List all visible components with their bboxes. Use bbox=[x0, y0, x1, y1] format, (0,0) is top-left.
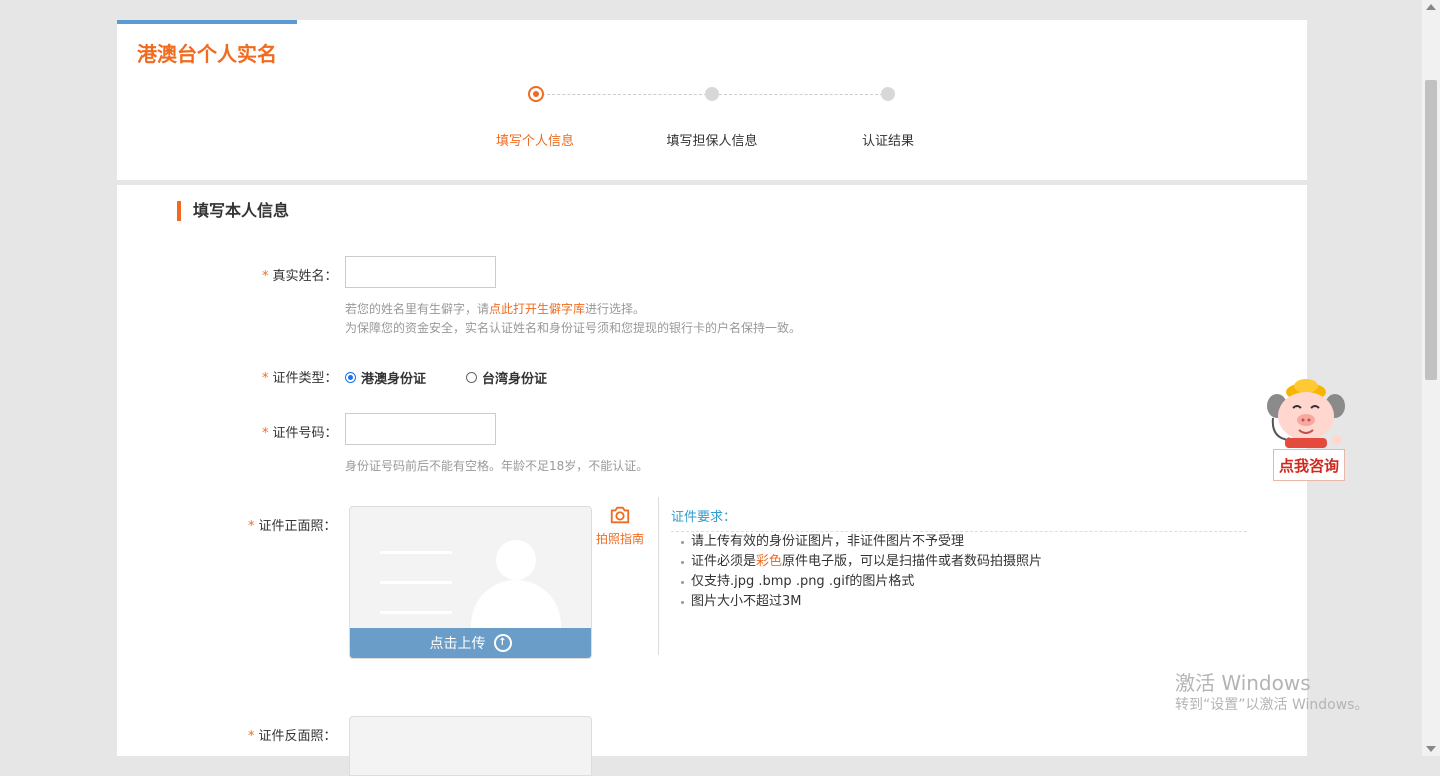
step-dot-2 bbox=[705, 87, 719, 101]
divider bbox=[658, 497, 659, 655]
radio-checked-icon[interactable] bbox=[345, 372, 356, 383]
form-card: 填写本人信息 * 真实姓名： 若您的姓名里有生僻字，请点此打开生僻字库进行选择。 … bbox=[117, 185, 1307, 776]
real-name-input[interactable] bbox=[345, 256, 496, 288]
placeholder-line bbox=[380, 581, 452, 584]
section-title: 填写本人信息 bbox=[177, 201, 289, 221]
list-item: 图片大小不超过3M bbox=[681, 592, 1042, 612]
step-connector bbox=[542, 94, 712, 95]
list-item: 请上传有效的身份证图片，非证件图片不予受理 bbox=[681, 532, 1042, 552]
id-number-label: * 证件号码： bbox=[262, 426, 338, 441]
step-label-2: 填写担保人信息 bbox=[666, 134, 758, 149]
id-type-label: * 证件类型： bbox=[262, 371, 338, 386]
list-item: 仅支持.jpg .bmp .png .gif的图片格式 bbox=[681, 572, 1042, 592]
photo-guide-link[interactable]: 拍照指南 bbox=[596, 504, 644, 547]
id-number-hint: 身份证号码前后不能有空格。年龄不足18岁，不能认证。 bbox=[345, 459, 649, 473]
back-photo-upload[interactable] bbox=[349, 716, 592, 776]
step-dot-3 bbox=[881, 87, 895, 101]
camera-icon bbox=[610, 506, 630, 524]
radio-taiwan-id[interactable]: 台湾身份证 bbox=[466, 368, 547, 387]
front-photo-label: * 证件正面照： bbox=[248, 519, 337, 534]
placeholder-line bbox=[380, 551, 452, 554]
step-indicator: 填写个人信息 填写担保人信息 认证结果 bbox=[117, 80, 1307, 160]
list-item: 证件必须是彩色原件电子版，可以是扫描件或者数码拍摄照片 bbox=[681, 552, 1042, 572]
step-label-1: 填写个人信息 bbox=[495, 134, 575, 149]
step-connector bbox=[719, 94, 883, 95]
scroll-up-icon[interactable] bbox=[1426, 4, 1436, 10]
upload-arrow-icon: ↑ bbox=[493, 634, 512, 652]
scroll-down-icon[interactable] bbox=[1426, 746, 1436, 752]
requirements-title: 证件要求： bbox=[671, 510, 737, 525]
real-name-hint: 若您的姓名里有生僻字，请点此打开生僻字库进行选择。 为保障您的资金安全，实名认证… bbox=[345, 302, 802, 335]
step-dot-1 bbox=[528, 86, 544, 102]
id-number-input[interactable] bbox=[345, 413, 496, 445]
requirements-list: 请上传有效的身份证图片，非证件图片不予受理 证件必须是彩色原件电子版，可以是扫描… bbox=[681, 532, 1042, 612]
step-label-3: 认证结果 bbox=[861, 134, 915, 149]
scroll-thumb[interactable] bbox=[1425, 80, 1437, 380]
avatar-placeholder-head bbox=[496, 540, 536, 580]
consult-button[interactable]: 点我咨询 bbox=[1273, 449, 1345, 481]
header-card: 港澳台个人实名 填写个人信息 填写担保人信息 认证结果 bbox=[117, 20, 1307, 180]
back-photo-label: * 证件反面照： bbox=[248, 729, 337, 744]
front-photo-upload[interactable]: 点击上传 ↑ bbox=[349, 506, 592, 659]
radio-unchecked-icon[interactable] bbox=[466, 372, 477, 383]
real-name-label: * 真实姓名： bbox=[262, 269, 338, 284]
rare-char-link[interactable]: 点此打开生僻字库 bbox=[489, 302, 585, 316]
placeholder-line bbox=[380, 611, 452, 614]
radio-hk-macau-id[interactable]: 港澳身份证 bbox=[345, 368, 426, 387]
required-mark: * bbox=[262, 269, 269, 284]
scrollbar[interactable] bbox=[1422, 0, 1440, 756]
windows-activation-watermark: 激活 Windows 转到“设置”以激活 Windows。 bbox=[1175, 671, 1369, 713]
page-title: 港澳台个人实名 bbox=[137, 42, 277, 66]
upload-button[interactable]: 点击上传 ↑ bbox=[350, 628, 591, 658]
top-accent-bar bbox=[117, 20, 297, 24]
